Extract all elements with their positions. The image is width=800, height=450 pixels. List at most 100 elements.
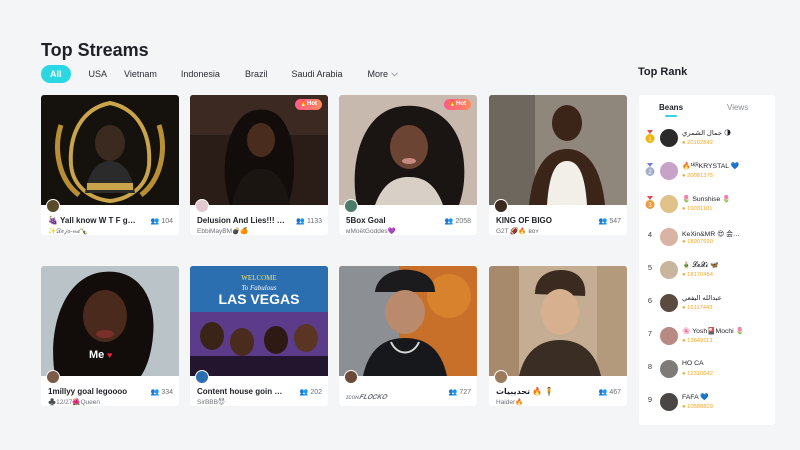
hot-badge: 🔥Hot <box>443 99 471 110</box>
ranker-beans-value: 10588829 <box>687 404 713 410</box>
rank-row[interactable]: 8 HỒ CA ● 12310642 <box>639 355 775 387</box>
flame-icon: 🔥 <box>299 101 307 107</box>
ranker-beans: ● 20102842 <box>682 140 713 146</box>
stream-card[interactable]: 🔥Hot 5Box Goal 👥 2058 ᴍMoētGoddes💜 <box>339 95 477 235</box>
stream-grid: 🍇 Yall know W T F g… 👥 104 ✨𝒟𝑒𝒿𝑜-𝓃𝒹🍾 🔥Ho… <box>41 95 627 425</box>
viewer-count-value: 104 <box>161 218 173 225</box>
host-name: G2T 🏈🔥 ʙᴏʏ <box>496 228 539 235</box>
viewer-count-value: 334 <box>161 389 173 396</box>
host-avatar <box>344 199 358 213</box>
ranker-name: KeXin&MR 😍 会… <box>682 231 740 238</box>
tab-views[interactable]: Views <box>727 103 748 112</box>
stream-card[interactable]: 🍇 Yall know W T F g… 👥 104 ✨𝒟𝑒𝒿𝑜-𝓃𝒹🍾 <box>41 95 179 235</box>
stream-thumbnail <box>489 95 627 205</box>
viewer-count: 👥 104 <box>151 217 173 225</box>
tab-indonesia[interactable]: Indonesia <box>181 69 220 79</box>
rank-row[interactable]: 9 FAFA 💙 ● 10588829 <box>639 388 775 420</box>
stream-title: تحديبيات 🔥 🧍 <box>496 387 555 396</box>
stream-thumbnail: WELCOME To Fabulous LAS VEGAS <box>190 266 328 376</box>
viewers-icon: 👥 <box>296 218 307 225</box>
host-avatar <box>344 370 358 384</box>
viewers-icon: 👥 <box>299 389 311 396</box>
page-title: Top Streams <box>41 40 149 60</box>
host-avatar <box>195 199 209 213</box>
viewers-icon: 👥 <box>444 218 456 225</box>
ranker-beans-value: 18907690 <box>687 239 713 245</box>
stream-card[interactable]: Me ♥ 1millyy goal legoooo 👥 334 ♣️12/27🌺… <box>41 266 179 406</box>
stream-card[interactable]: تحديبيات 🔥 🧍 👥 467 Haider🔥 <box>489 266 627 406</box>
host-name: ♣️12/27🌺Queen <box>48 399 100 406</box>
viewer-count: 👥 2058 <box>445 217 471 225</box>
stream-card[interactable]: 🔥Hot Delusion And Lies!!! … 👥 1133 EbbiM… <box>190 95 328 235</box>
viewer-count-value: 2058 <box>455 218 471 225</box>
ranker-avatar <box>660 360 678 378</box>
svg-text:♥: ♥ <box>107 350 112 360</box>
rank-row[interactable]: 4 KeXin&MR 😍 会… ● 18907690 <box>639 223 775 255</box>
rank-number: 6 <box>647 296 653 305</box>
hot-badge-label: Hot <box>456 101 466 107</box>
stream-title: Content house goin … <box>197 387 283 396</box>
stream-card[interactable]: KING OF BIGO 👥 547 G2T 🏈🔥 ʙᴏʏ <box>489 95 627 235</box>
tab-usa[interactable]: USA <box>89 69 108 79</box>
viewers-icon: 👥 <box>150 218 162 225</box>
viewers-icon: 👥 <box>598 389 610 396</box>
viewer-count-value: 727 <box>459 389 471 396</box>
ranker-avatar <box>660 294 678 312</box>
svg-text:WELCOME: WELCOME <box>241 274 276 282</box>
stream-title: 1millyy goal legoooo <box>48 387 128 396</box>
ranker-name: HỒ CA <box>682 360 704 367</box>
host-avatar <box>494 370 508 384</box>
ranker-beans-value: 19031101 <box>687 206 713 212</box>
rank-row[interactable]: 1 جمال الشمري 🌗 ● 20102842 <box>639 124 775 156</box>
rank-row[interactable]: 2 🔥¹ᴷᴿKRYSTAL 💙 ● 20081375 <box>639 157 775 189</box>
stream-card[interactable]: 👥 727 ɪᴄᴏɴ𝑭𝑳𝑶𝑪𝑲𝑶 <box>339 266 477 406</box>
tab-vietnam[interactable]: Vietnam <box>124 69 157 79</box>
svg-text:Me: Me <box>89 349 104 361</box>
ranker-avatar <box>660 162 678 180</box>
svg-text:LAS VEGAS: LAS VEGAS <box>219 291 300 307</box>
host-name: ɪᴄᴏɴ𝑭𝑳𝑶𝑪𝑲𝑶 <box>346 394 387 401</box>
rank-number: 5 <box>647 263 653 272</box>
country-tabs: All USA Vietnam Indonesia Brazil Saudi A… <box>41 65 398 83</box>
host-name: ᴍMoētGoddes💜 <box>346 228 396 235</box>
tab-more-label: More <box>367 69 389 79</box>
ranker-beans: ● 20081375 <box>682 173 713 179</box>
rank-row[interactable]: 6 عبدالله اليفعي ● 16117443 <box>639 289 775 321</box>
rank-number: 8 <box>647 362 653 371</box>
active-tab-indicator <box>665 115 677 117</box>
ranker-beans: ● 18170454 <box>682 272 713 278</box>
host-name: EbbiMayBM💣🍊 <box>197 228 249 235</box>
ranker-name: جمال الشمري 🌗 <box>682 130 732 137</box>
ranker-name: 🌷 Sunshise 🌷 <box>682 196 731 203</box>
ranker-beans: ● 16117443 <box>682 305 713 311</box>
viewer-count-value: 202 <box>310 389 322 396</box>
rank-number: 4 <box>647 230 653 239</box>
viewer-count: 👥 1133 <box>296 217 322 225</box>
stream-thumbnail <box>339 266 477 376</box>
rank-row[interactable]: 3 🌷 Sunshise 🌷 ● 19031101 <box>639 190 775 222</box>
rank-row[interactable]: 7 🌸 Yosh🎴Mochi 🌷 ● 13849113 <box>639 322 775 354</box>
ranker-avatar <box>660 228 678 246</box>
ranker-beans-value: 13849113 <box>687 338 713 344</box>
ranker-beans-value: 12310642 <box>687 371 713 377</box>
gold-medal-icon: 1 <box>645 130 655 143</box>
ranker-name: 🔥¹ᴷᴿKRYSTAL 💙 <box>682 163 740 170</box>
rank-row[interactable]: 5 🎍 𝓛𝓮𝓧𝓲 🦋 ● 18170454 <box>639 256 775 288</box>
stream-title: KING OF BIGO <box>496 216 552 225</box>
stream-card[interactable]: WELCOME To Fabulous LAS VEGAS Content ho… <box>190 266 328 406</box>
chevron-down-icon <box>391 71 398 77</box>
host-avatar <box>195 370 209 384</box>
viewer-count: 👥 202 <box>300 388 322 396</box>
top-rank-panel: Beans Views 1 جمال الشمري 🌗 ● 20102842 2… <box>639 95 775 425</box>
tab-more[interactable]: More <box>368 69 399 79</box>
viewer-count-value: 547 <box>609 218 621 225</box>
ranker-avatar <box>660 393 678 411</box>
tab-brazil[interactable]: Brazil <box>245 69 268 79</box>
tab-beans[interactable]: Beans <box>659 103 683 112</box>
tab-saudi-arabia[interactable]: Saudi Arabia <box>291 69 342 79</box>
host-name: Haider🔥 <box>496 399 524 406</box>
ranker-avatar <box>660 195 678 213</box>
ranker-name: 🎍 𝓛𝓮𝓧𝓲 🦋 <box>682 262 719 269</box>
tab-all[interactable]: All <box>41 65 71 83</box>
stream-thumbnail: Me ♥ <box>41 266 179 376</box>
